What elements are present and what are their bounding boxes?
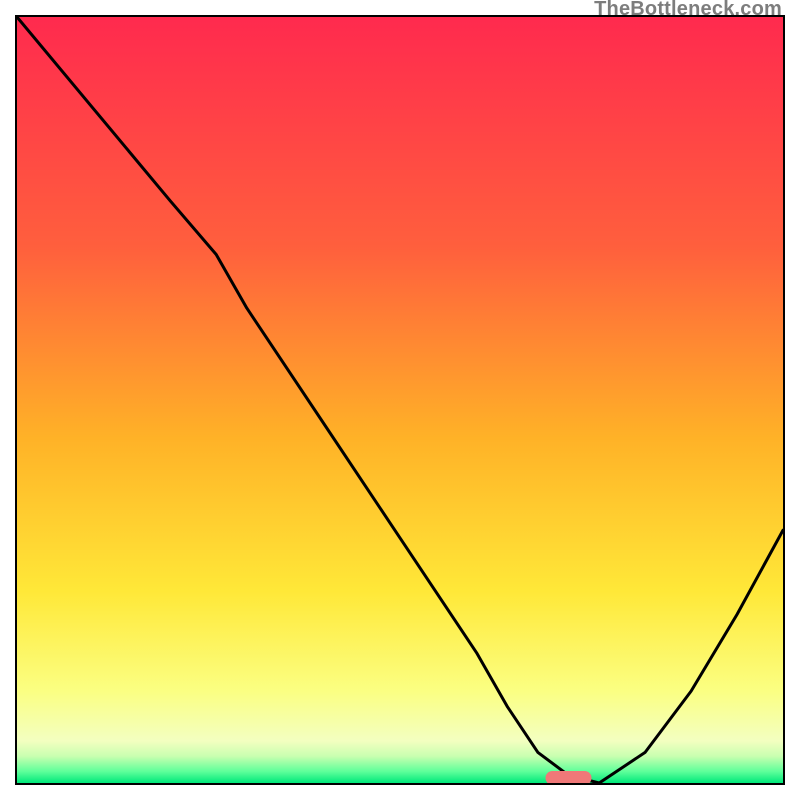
gradient-background — [17, 17, 783, 783]
chart-frame: TheBottleneck.com — [0, 0, 800, 800]
optimal-marker — [546, 771, 592, 783]
plot-svg — [17, 17, 783, 783]
plot-area — [15, 15, 785, 785]
